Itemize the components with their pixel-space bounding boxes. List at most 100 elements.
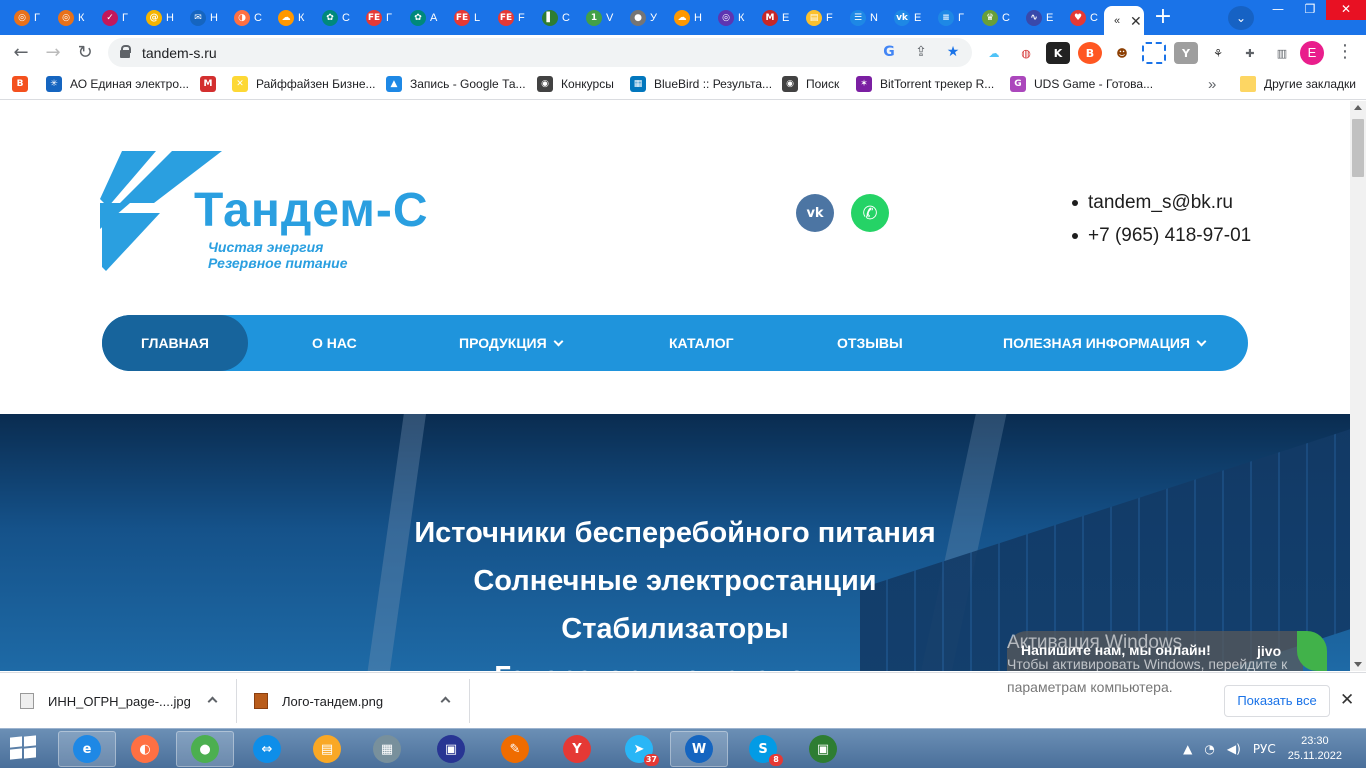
page-scrollbar[interactable] bbox=[1350, 101, 1366, 671]
k-extension-icon[interactable]: K bbox=[1046, 42, 1070, 64]
browser-tab[interactable]: ● У bbox=[620, 4, 664, 32]
show-hidden-icons-icon[interactable]: ▲ bbox=[1183, 742, 1192, 756]
bookmark-item[interactable]: G UDS Game - Готова... bbox=[1010, 76, 1153, 92]
whatsapp-social-link[interactable]: ✆ bbox=[851, 194, 889, 232]
taskbar-app-save-app[interactable]: ▣ bbox=[422, 731, 480, 767]
browser-tab[interactable]: FE L bbox=[444, 4, 488, 32]
browser-tab[interactable]: ∿ Е bbox=[1016, 4, 1060, 32]
taskbar-app-firefox[interactable]: ◐ bbox=[116, 731, 174, 767]
reload-button[interactable]: ↻ bbox=[72, 40, 98, 66]
browser-tab[interactable]: ≡ Г bbox=[928, 4, 972, 32]
bookmark-item[interactable]: ◉ Поиск bbox=[782, 76, 839, 92]
back-button[interactable]: ← bbox=[8, 40, 34, 66]
phone-contact[interactable]: +7 (965) 418-97-01 bbox=[1072, 219, 1251, 252]
browser-tab[interactable]: ◎ Г bbox=[4, 4, 48, 32]
taskbar-app-green-app[interactable]: ▣ bbox=[794, 731, 852, 767]
profile-avatar[interactable]: E bbox=[1300, 41, 1324, 65]
browser-tab[interactable]: ▤ F bbox=[796, 4, 840, 32]
close-download-bar-icon[interactable]: ✕ bbox=[1340, 690, 1354, 710]
browser-tab[interactable]: MЕ bbox=[752, 4, 796, 32]
browser-tab[interactable]: 1V bbox=[576, 4, 620, 32]
nav-item-reviews[interactable]: Отзывы bbox=[837, 315, 903, 371]
scroll-thumb[interactable] bbox=[1352, 119, 1364, 177]
tab-search-button[interactable]: ⌄ bbox=[1228, 6, 1254, 30]
browser-tab[interactable]: ◎ К bbox=[708, 4, 752, 32]
bookmark-star-icon[interactable]: ★ bbox=[944, 43, 962, 61]
browser-tab[interactable]: ♥ С bbox=[1060, 4, 1104, 32]
site-logo[interactable]: Тандем-С Чистая энергия Резервное питани… bbox=[100, 151, 440, 273]
nav-item-home[interactable]: Главная bbox=[102, 315, 248, 371]
browser-tab[interactable]: FE Г bbox=[356, 4, 400, 32]
taskbar-app-internet-explorer[interactable]: e bbox=[58, 731, 116, 767]
bookmark-item[interactable]: ✕ Райффайзен Бизне... bbox=[232, 76, 376, 92]
browser-tab[interactable]: vk Е bbox=[884, 4, 928, 32]
side-panel-icon[interactable]: ▥ bbox=[1270, 42, 1294, 64]
nav-item-about[interactable]: О нас bbox=[312, 315, 357, 371]
taskbar-app-teamviewer[interactable]: ⇔ bbox=[238, 731, 296, 767]
taskbar-app-file-explorer[interactable]: ▤ bbox=[298, 731, 356, 767]
volume-icon[interactable]: ◀) bbox=[1227, 742, 1241, 756]
nav-item-products[interactable]: Продукция bbox=[459, 315, 564, 371]
bookmark-item[interactable]: B bbox=[12, 76, 28, 92]
other-bookmarks-folder[interactable]: Другие закладки bbox=[1240, 76, 1356, 92]
browser-tab[interactable]: ✉ Н bbox=[180, 4, 224, 32]
download-item[interactable]: Лого-тандем.png bbox=[254, 673, 383, 729]
network-icon[interactable]: ◔ bbox=[1204, 742, 1214, 756]
browser-tab[interactable]: @ Н bbox=[136, 4, 180, 32]
browser-tab[interactable]: ☁ К bbox=[268, 4, 312, 32]
more-bookmarks-button[interactable]: » bbox=[1208, 76, 1216, 93]
browser-tab[interactable]: ☁ Н bbox=[664, 4, 708, 32]
close-tab-icon[interactable]: ✕ bbox=[1130, 13, 1142, 30]
red-extension-icon[interactable]: ◍ bbox=[1014, 42, 1038, 64]
vk-social-link[interactable]: vk bbox=[796, 194, 834, 232]
bookmark-item[interactable]: ✳ АО Единая электро... bbox=[46, 76, 189, 92]
nav-item-useful-info[interactable]: Полезная информация bbox=[1003, 315, 1207, 371]
taskbar-app-telegram[interactable]: ➤ 37 bbox=[610, 731, 668, 767]
address-bar[interactable]: tandem-s.ru G ⇪ ★ bbox=[108, 38, 972, 67]
chevron-up-icon[interactable] bbox=[207, 696, 218, 707]
download-item[interactable]: ИНН_ОГРН_page-....jpg bbox=[20, 673, 191, 729]
screenshot-extension-icon[interactable] bbox=[1142, 42, 1166, 64]
taskbar-app-yandex-browser[interactable]: Y bbox=[548, 731, 606, 767]
bookmark-item[interactable]: ✶ BitTorrent трекер R... bbox=[856, 76, 994, 92]
browser-tab[interactable]: ▌ С bbox=[532, 4, 576, 32]
language-indicator[interactable]: РУС bbox=[1253, 742, 1276, 756]
browser-tab[interactable]: FE F bbox=[488, 4, 532, 32]
browser-tab[interactable]: ◑ С bbox=[224, 4, 268, 32]
chevron-up-icon[interactable] bbox=[440, 696, 451, 707]
new-tab-button[interactable]: + bbox=[1150, 6, 1176, 30]
cloud-extension-icon[interactable]: ☁ bbox=[982, 42, 1006, 64]
taskbar-app-calculator[interactable]: ▦ bbox=[358, 731, 416, 767]
scroll-up-arrow-icon[interactable] bbox=[1354, 105, 1362, 110]
browser-tab[interactable]: ✿ С bbox=[312, 4, 356, 32]
browser-tab[interactable]: ♛ С bbox=[972, 4, 1016, 32]
bookmark-item[interactable]: ◉ Конкурсы bbox=[537, 76, 614, 92]
avatar-extension-icon[interactable]: ☻ bbox=[1110, 42, 1134, 64]
y-extension-icon[interactable]: Y bbox=[1174, 42, 1198, 64]
bookmark-item[interactable]: ▲ Запись - Google Та... bbox=[386, 76, 526, 92]
taskbar-app-skype[interactable]: S8 bbox=[734, 731, 792, 767]
translate-extension-icon[interactable]: ⚘ bbox=[1206, 42, 1230, 64]
clock[interactable]: 23:30 25.11.2022 bbox=[1288, 734, 1342, 764]
lock-icon[interactable] bbox=[120, 45, 131, 58]
browser-tab[interactable]: ✿ А bbox=[400, 4, 444, 32]
taskbar-app-word[interactable]: W bbox=[670, 731, 728, 767]
google-lens-icon[interactable]: G bbox=[880, 43, 898, 61]
share-icon[interactable]: ⇪ bbox=[912, 43, 930, 61]
close-window-button[interactable]: ✕ bbox=[1326, 0, 1366, 20]
email-contact[interactable]: tandem_s@bk.ru bbox=[1072, 186, 1251, 219]
extensions-puzzle-icon[interactable]: ✚ bbox=[1238, 42, 1262, 64]
browser-tab[interactable]: ✓ Г bbox=[92, 4, 136, 32]
nav-item-catalog[interactable]: Каталог bbox=[669, 315, 734, 371]
bookmark-item[interactable]: ▦ BlueBird :: Результа... bbox=[630, 76, 772, 92]
bookmark-item[interactable]: M bbox=[200, 76, 216, 92]
browser-menu-icon[interactable]: ⋮ bbox=[1336, 40, 1354, 66]
browser-tab[interactable]: ◎ К bbox=[48, 4, 92, 32]
scroll-down-arrow-icon[interactable] bbox=[1354, 662, 1362, 667]
browser-tab[interactable]: ☰ N bbox=[840, 4, 884, 32]
forward-button[interactable]: → bbox=[40, 40, 66, 66]
taskbar-app-paint[interactable]: ✎ bbox=[486, 731, 544, 767]
active-browser-tab[interactable]: «✕ bbox=[1104, 6, 1144, 36]
restore-button[interactable]: ❐ bbox=[1294, 0, 1326, 20]
show-all-downloads-button[interactable]: Показать все bbox=[1224, 685, 1330, 717]
